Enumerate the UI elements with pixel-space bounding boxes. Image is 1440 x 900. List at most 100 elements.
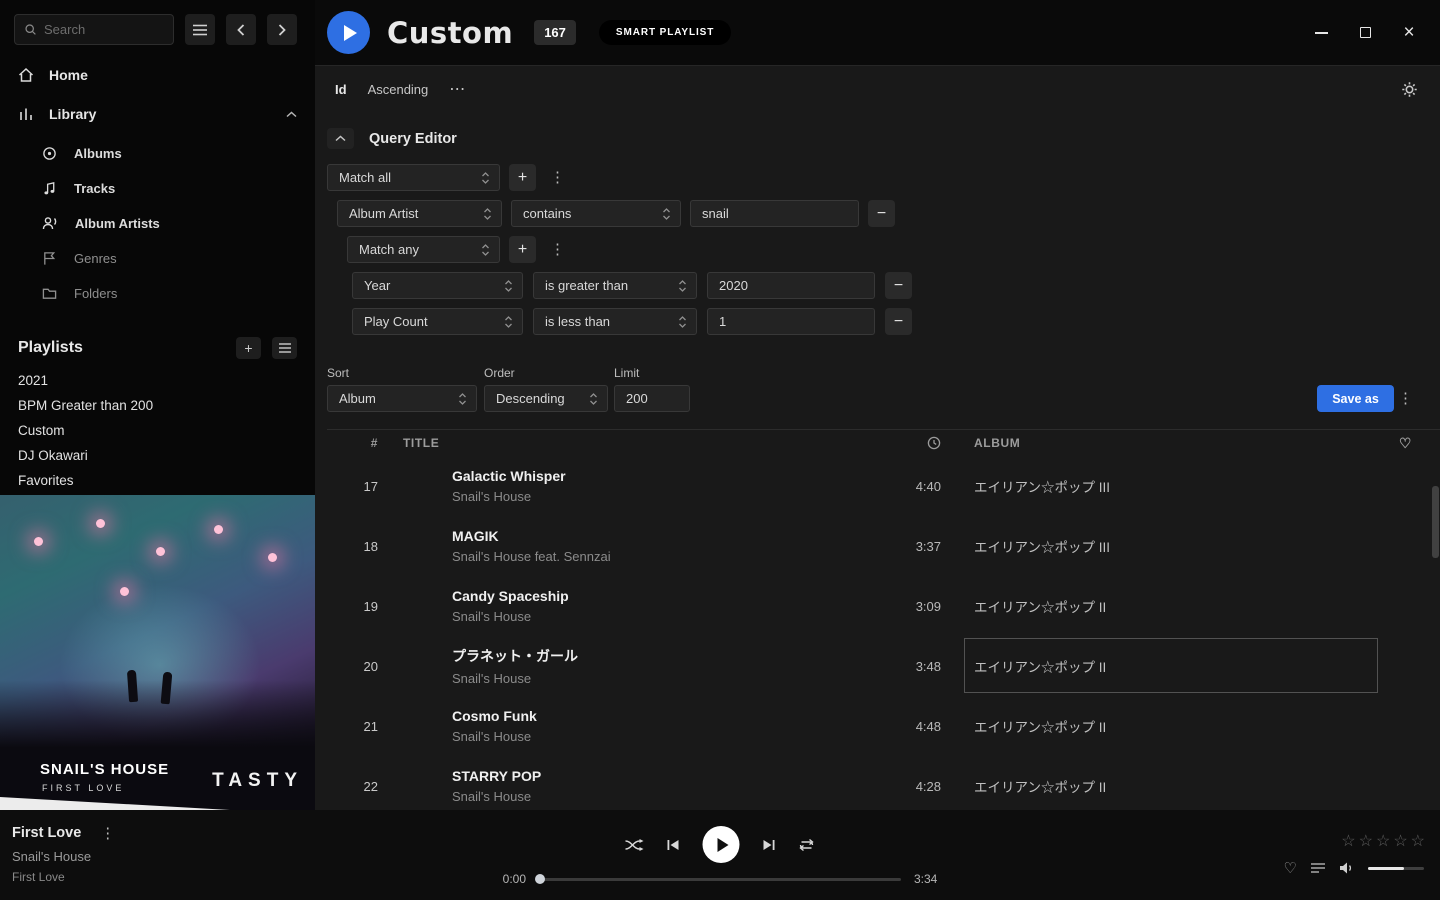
track-album[interactable]: エイリアン☆ポップ III bbox=[951, 516, 1371, 576]
shuffle-button[interactable] bbox=[625, 838, 645, 852]
track-album[interactable]: エイリアン☆ポップ III bbox=[951, 456, 1371, 516]
table-row[interactable]: 19 Candy Spaceship Snail's House 3:09 エイ… bbox=[327, 576, 1440, 636]
sort-direction-button[interactable]: Ascending bbox=[368, 82, 429, 97]
menu-button[interactable] bbox=[185, 14, 215, 45]
repeat-button[interactable] bbox=[798, 838, 816, 852]
table-row[interactable]: 21 Cosmo Funk Snail's House 4:48 エイリアン☆ポ… bbox=[327, 696, 1440, 756]
close-button[interactable]: × bbox=[1400, 24, 1418, 42]
sidebar-item-label: Album Artists bbox=[75, 216, 160, 231]
settings-button[interactable] bbox=[1401, 81, 1418, 98]
playlist-list-button[interactable] bbox=[272, 337, 297, 359]
limit-label: Limit bbox=[614, 366, 639, 380]
progress-bar[interactable] bbox=[539, 878, 901, 881]
rule-field-select[interactable]: Year bbox=[352, 272, 523, 299]
add-group-rule-button[interactable]: + bbox=[509, 236, 536, 263]
match-all-select[interactable]: Match all bbox=[327, 164, 500, 191]
rule-operator-select[interactable]: is less than bbox=[533, 308, 697, 335]
rule-field-select[interactable]: Play Count bbox=[352, 308, 523, 335]
sidebar-item-library[interactable]: Library bbox=[0, 99, 315, 129]
table-row[interactable]: 20 プラネット・ガール Snail's House 3:48 エイリアン☆ポッ… bbox=[327, 636, 1440, 696]
scrollbar-thumb[interactable] bbox=[1432, 486, 1439, 558]
volume-icon bbox=[1339, 861, 1355, 875]
sidebar-item-home[interactable]: Home bbox=[0, 60, 315, 90]
next-track-button[interactable] bbox=[762, 839, 776, 851]
sidebar-item-genres[interactable]: Genres bbox=[0, 246, 315, 270]
playlist-item[interactable]: DJ Okawari bbox=[0, 443, 315, 468]
table-row[interactable]: 18 MAGIK Snail's House feat. Sennzai 3:3… bbox=[327, 516, 1440, 576]
playlist-item[interactable]: Favorites bbox=[0, 468, 315, 493]
star-icon[interactable]: ☆ bbox=[1341, 831, 1355, 851]
artist-icon bbox=[42, 215, 58, 231]
rule-operator-select[interactable]: is greater than bbox=[533, 272, 697, 299]
search-input[interactable] bbox=[44, 22, 164, 37]
heart-icon[interactable]: ♡ bbox=[1399, 435, 1412, 452]
save-as-button[interactable]: Save as bbox=[1317, 385, 1394, 412]
save-menu-button[interactable]: ⋮ bbox=[1393, 391, 1418, 406]
star-icon[interactable]: ☆ bbox=[1393, 831, 1407, 851]
clock-icon[interactable] bbox=[927, 436, 951, 450]
minimize-button[interactable] bbox=[1312, 24, 1330, 42]
table-row[interactable]: 17 Galactic Whisper Snail's House 4:40 エ… bbox=[327, 456, 1440, 516]
add-rule-button[interactable]: + bbox=[509, 164, 536, 191]
sort-field-button[interactable]: Id bbox=[335, 82, 347, 97]
track-title[interactable]: STARRY POP bbox=[452, 768, 876, 784]
sidebar-item-tracks[interactable]: Tracks bbox=[0, 176, 315, 200]
volume-slider[interactable] bbox=[1368, 867, 1424, 870]
sidebar-item-folders[interactable]: Folders bbox=[0, 281, 315, 305]
column-header-title[interactable]: TITLE bbox=[390, 436, 876, 450]
play-pause-button[interactable] bbox=[703, 826, 740, 863]
add-playlist-button[interactable]: + bbox=[236, 337, 261, 359]
forward-button[interactable] bbox=[267, 14, 297, 45]
playlist-item[interactable]: BPM Greater than 200 bbox=[0, 393, 315, 418]
lantern-glow bbox=[268, 553, 277, 562]
rule-group-menu-button[interactable]: ⋮ bbox=[545, 170, 570, 185]
chevron-up-icon[interactable] bbox=[286, 111, 297, 118]
collapse-query-editor-button[interactable] bbox=[327, 128, 354, 149]
table-row[interactable]: 22 STARRY POP Snail's House 4:28 エイリアン☆ポ… bbox=[327, 756, 1440, 810]
match-any-select[interactable]: Match any bbox=[347, 236, 500, 263]
order-select[interactable]: Descending bbox=[484, 385, 608, 412]
maximize-button[interactable] bbox=[1356, 24, 1374, 42]
progress-handle[interactable] bbox=[535, 874, 545, 884]
playlist-item[interactable]: Custom bbox=[0, 418, 315, 443]
now-playing-menu-button[interactable]: ⋮ bbox=[95, 826, 120, 841]
remove-rule-button[interactable]: − bbox=[885, 308, 912, 335]
sidebar-item-album-artists[interactable]: Album Artists bbox=[0, 211, 315, 235]
back-button[interactable] bbox=[226, 14, 256, 45]
rule-value-input[interactable] bbox=[707, 308, 875, 335]
sidebar-item-albums[interactable]: Albums bbox=[0, 141, 315, 165]
chevron-right-icon bbox=[278, 24, 286, 36]
playlist-item[interactable]: 2021 bbox=[0, 368, 315, 393]
group-menu-button[interactable]: ⋮ bbox=[545, 242, 570, 257]
rule-value-input[interactable] bbox=[707, 272, 875, 299]
star-icon[interactable]: ☆ bbox=[1411, 831, 1425, 851]
volume-button[interactable] bbox=[1339, 861, 1355, 875]
remove-rule-button[interactable]: − bbox=[868, 200, 895, 227]
limit-input[interactable] bbox=[614, 385, 690, 412]
track-album-focused-cell[interactable]: エイリアン☆ポップ II bbox=[951, 636, 1371, 696]
rule-operator-select[interactable]: contains bbox=[511, 200, 681, 227]
track-title[interactable]: Candy Spaceship bbox=[452, 588, 876, 604]
plus-icon: + bbox=[518, 241, 527, 259]
track-album[interactable]: エイリアン☆ポップ II bbox=[951, 576, 1371, 636]
star-icon[interactable]: ☆ bbox=[1376, 831, 1390, 851]
more-options-button[interactable]: ⋯ bbox=[449, 79, 466, 99]
favorite-button[interactable]: ♡ bbox=[1284, 859, 1297, 877]
play-playlist-button[interactable] bbox=[327, 11, 370, 54]
track-title[interactable]: MAGIK bbox=[452, 528, 876, 544]
sort-select[interactable]: Album bbox=[327, 385, 477, 412]
rule-value-input[interactable] bbox=[690, 200, 859, 227]
remove-rule-button[interactable]: − bbox=[885, 272, 912, 299]
star-icon[interactable]: ☆ bbox=[1359, 831, 1373, 851]
track-title[interactable]: Galactic Whisper bbox=[452, 468, 876, 484]
track-title[interactable]: Cosmo Funk bbox=[452, 708, 876, 724]
sidebar: Home Library Albums Tracks bbox=[0, 0, 315, 810]
track-album[interactable]: エイリアン☆ポップ II bbox=[951, 756, 1371, 810]
track-album[interactable]: エイリアン☆ポップ II bbox=[951, 696, 1371, 756]
queue-button[interactable] bbox=[1310, 862, 1326, 874]
track-title[interactable]: プラネット・ガール bbox=[452, 646, 876, 666]
search-box[interactable] bbox=[14, 14, 174, 45]
previous-track-button[interactable] bbox=[667, 839, 681, 851]
rule-field-select[interactable]: Album Artist bbox=[337, 200, 502, 227]
column-header-album[interactable]: ALBUM bbox=[951, 436, 1371, 450]
